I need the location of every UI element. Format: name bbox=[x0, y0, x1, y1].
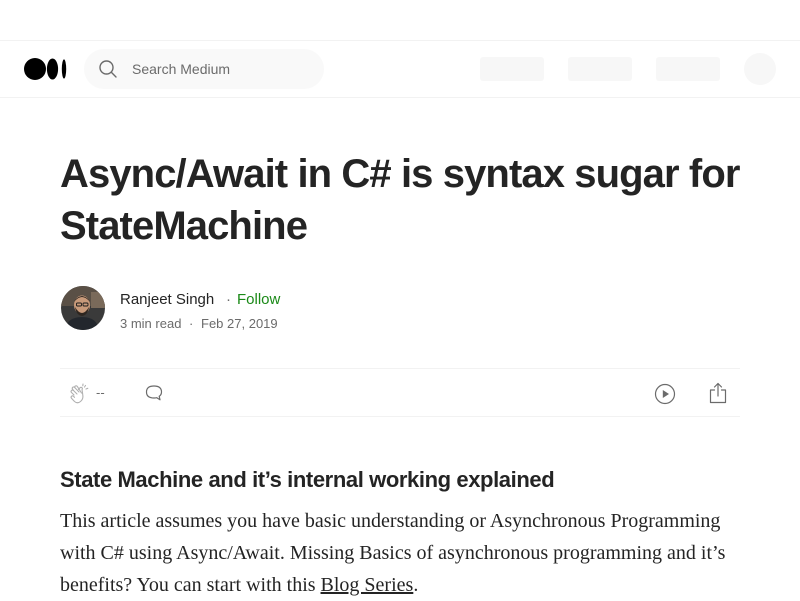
article-paragraph: This article assumes you have basic unde… bbox=[60, 505, 740, 601]
nav-placeholder-2 bbox=[568, 57, 632, 81]
nav-placeholder-3 bbox=[656, 57, 720, 81]
search-icon[interactable] bbox=[98, 59, 118, 79]
publish-date: Feb 27, 2019 bbox=[201, 316, 278, 331]
author-avatar[interactable] bbox=[61, 286, 105, 330]
action-bar: -- bbox=[60, 368, 740, 417]
article-subtitle: State Machine and it’s internal working … bbox=[60, 467, 555, 492]
user-avatar-placeholder[interactable] bbox=[744, 53, 776, 85]
search-input[interactable] bbox=[130, 49, 310, 89]
author-separator: · bbox=[226, 291, 231, 308]
navbar bbox=[0, 41, 800, 98]
share-icon[interactable] bbox=[708, 382, 728, 404]
read-time: 3 min read bbox=[120, 316, 182, 331]
author-name[interactable]: Ranjeet Singh bbox=[120, 291, 214, 308]
article-meta: 3 min read · Feb 27, 2019 bbox=[120, 316, 282, 331]
article-title: Async/Await in C# is syntax sugar for St… bbox=[60, 152, 740, 248]
clap-count: -- bbox=[96, 385, 105, 400]
medium-logo-icon bbox=[24, 58, 67, 80]
follow-button[interactable]: Follow bbox=[237, 291, 280, 308]
play-circle-icon[interactable] bbox=[654, 383, 676, 405]
paragraph-end: . bbox=[413, 574, 419, 596]
blog-series-link[interactable]: Blog Series bbox=[321, 574, 414, 596]
nav-placeholder-1 bbox=[480, 57, 544, 81]
meta-separator: · bbox=[189, 316, 194, 331]
medium-logo[interactable] bbox=[24, 58, 68, 80]
clap-icon[interactable] bbox=[68, 383, 90, 405]
top-strip bbox=[0, 0, 800, 41]
search-bar[interactable] bbox=[84, 49, 324, 89]
speech-bubble-icon[interactable] bbox=[144, 383, 164, 403]
